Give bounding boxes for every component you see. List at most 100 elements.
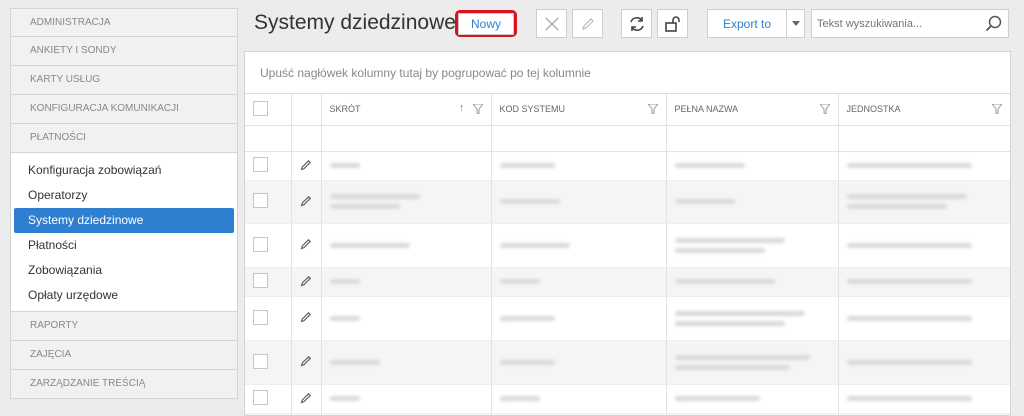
redacted-text (329, 163, 360, 168)
row-select-cell (245, 340, 292, 385)
sidebar-section-administracja[interactable]: ADMINISTRACJA (10, 8, 238, 37)
row-select-cell (245, 296, 292, 341)
redacted-text (499, 163, 555, 168)
redacted-text (499, 396, 540, 401)
pencil-icon[interactable] (300, 392, 312, 404)
redacted-text (329, 359, 380, 365)
column-header-label: KOD SYSTEMU (499, 104, 566, 115)
sidebar: ADMINISTRACJA ANKIETY I SONDY KARTY USŁU… (10, 8, 238, 399)
filter-cell (291, 125, 322, 152)
edit-button[interactable] (572, 9, 603, 38)
sidebar-submenu: Konfiguracja zobowiązań Operatorzy Syste… (10, 153, 238, 312)
sidebar-section-karty-uslug[interactable]: KARTY USŁUG (10, 66, 238, 95)
table-row[interactable] (245, 384, 1010, 414)
redacted-text (846, 194, 967, 199)
refresh-icon (629, 16, 644, 31)
column-header-pelna-nazwa[interactable]: PEŁNA NAZWA (666, 94, 839, 126)
select-all-checkbox[interactable] (253, 100, 268, 116)
filter-icon[interactable] (472, 104, 483, 114)
sidebar-section-zarzadzanie-trescia[interactable]: ZARZĄDZANIE TREŚCIĄ (10, 370, 238, 399)
sidebar-item-platnosci[interactable]: Płatności (14, 233, 234, 258)
filter-icon[interactable] (647, 104, 658, 114)
sidebar-section-platnosci[interactable]: PŁATNOŚCI (10, 124, 238, 153)
column-header-kod-systemu[interactable]: KOD SYSTEMU (491, 94, 667, 126)
redacted-text (329, 279, 360, 284)
row-checkbox[interactable] (253, 390, 268, 405)
refresh-button[interactable] (621, 9, 652, 38)
table-row[interactable] (245, 267, 1010, 297)
table-cell (491, 340, 667, 385)
sort-asc-icon[interactable]: ↑ (459, 102, 465, 114)
sidebar-section-raporty[interactable]: RAPORTY (10, 312, 238, 341)
filter-icon[interactable] (819, 104, 830, 114)
new-button[interactable]: Nowy (455, 10, 517, 37)
unlock-icon (664, 15, 680, 32)
table-cell (666, 180, 839, 224)
row-checkbox[interactable] (253, 273, 268, 288)
redacted-text (674, 320, 785, 326)
table-cell (491, 267, 667, 297)
table-row[interactable] (245, 340, 1010, 385)
pencil-icon[interactable] (300, 195, 312, 207)
filter-cell[interactable] (321, 125, 492, 152)
table-row[interactable] (245, 151, 1010, 181)
pencil-icon[interactable] (300, 355, 312, 367)
row-edit-cell (291, 296, 322, 341)
pencil-icon[interactable] (300, 275, 312, 287)
redacted-text (846, 396, 972, 401)
close-icon (544, 16, 559, 31)
redacted-text (329, 242, 410, 248)
row-edit-cell (291, 223, 322, 268)
sidebar-section-ankiety[interactable]: ANKIETY I SONDY (10, 37, 238, 66)
row-checkbox[interactable] (253, 193, 268, 208)
row-edit-cell (291, 384, 322, 414)
table-cell (838, 296, 1010, 341)
redacted-text (846, 315, 972, 321)
table-row[interactable] (245, 223, 1010, 268)
search-box (811, 9, 1009, 38)
filter-icon[interactable] (991, 104, 1002, 114)
row-checkbox[interactable] (253, 353, 268, 369)
sidebar-item-konfiguracja-zobowiazan[interactable]: Konfiguracja zobowiązań (14, 158, 234, 183)
sidebar-item-operatorzy[interactable]: Operatorzy (14, 183, 234, 208)
table-cell (666, 151, 839, 181)
column-header-jednostka[interactable]: JEDNOSTKA (838, 94, 1010, 126)
pencil-icon[interactable] (300, 159, 312, 171)
pencil-icon[interactable] (300, 311, 312, 323)
redacted-text (329, 194, 420, 199)
search-icon[interactable] (985, 15, 1002, 32)
export-button[interactable]: Export to (707, 9, 787, 38)
column-header-label: PEŁNA NAZWA (674, 104, 739, 115)
sidebar-section-zajecia[interactable]: ZAJĘCIA (10, 341, 238, 370)
sidebar-item-oplaty-urzedowe[interactable]: Opłaty urzędowe (14, 283, 234, 308)
new-button-label: Nowy (458, 12, 515, 35)
unlock-button[interactable] (657, 9, 688, 38)
column-header-skrot[interactable]: SKRÓT ↑ (321, 94, 492, 126)
sidebar-item-zobowiazania[interactable]: Zobowiązania (14, 258, 234, 283)
redacted-text (674, 247, 765, 253)
table-row[interactable] (245, 296, 1010, 341)
pencil-icon[interactable] (300, 238, 312, 250)
redacted-text (846, 242, 972, 248)
redacted-text (674, 310, 805, 316)
delete-button[interactable] (536, 9, 567, 38)
redacted-text (846, 163, 972, 168)
row-checkbox[interactable] (253, 157, 268, 172)
column-header-label: SKRÓT (329, 104, 361, 115)
group-panel-hint[interactable]: Upuść nagłówek kolumny tutaj by pogrupow… (245, 52, 1010, 94)
row-edit-cell (291, 340, 322, 385)
export-dropdown-toggle[interactable] (787, 9, 805, 38)
table-row[interactable] (245, 180, 1010, 224)
edit-column-header (291, 94, 322, 126)
filter-cell[interactable] (666, 125, 839, 152)
row-checkbox[interactable] (253, 309, 268, 325)
pencil-icon (581, 17, 594, 30)
filter-cell[interactable] (838, 125, 1010, 152)
row-select-cell (245, 223, 292, 268)
search-input[interactable] (812, 10, 977, 37)
sidebar-item-systemy-dziedzinowe[interactable]: Systemy dziedzinowe (14, 208, 234, 233)
sidebar-section-konfiguracja[interactable]: KONFIGURACJA KOMUNIKACJI (10, 95, 238, 124)
row-checkbox[interactable] (253, 236, 268, 252)
filter-cell[interactable] (491, 125, 667, 152)
table-cell (666, 223, 839, 268)
